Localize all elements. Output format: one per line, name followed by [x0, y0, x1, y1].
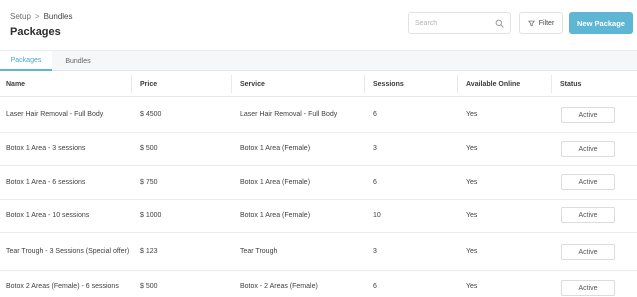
column-header-price[interactable]: Price	[140, 71, 157, 97]
table-row[interactable]: Botox 1 Area - 10 sessions $ 1000 Botox …	[0, 200, 637, 233]
column-divider	[131, 75, 132, 93]
column-header-available-online[interactable]: Available Online	[466, 71, 520, 97]
status-badge[interactable]: Active	[561, 141, 615, 157]
table-row[interactable]: Laser Hair Removal - Full Body $ 4500 La…	[0, 97, 637, 133]
column-divider	[457, 75, 458, 93]
cell-name: Botox 1 Area - 6 sessions	[6, 178, 86, 186]
table-row[interactable]: Botox 1 Area - 3 sessions $ 500 Botox 1 …	[0, 133, 637, 166]
cell-service: Botox 1 Area (Female)	[240, 212, 311, 219]
search-input[interactable]	[409, 13, 491, 33]
cell-available-online: Yes	[466, 212, 478, 219]
tab-packages[interactable]: Packages	[0, 51, 52, 71]
cell-service: Tear Trough	[240, 247, 278, 255]
cell-available-online: Yes	[466, 145, 478, 152]
cell-sessions: 6	[373, 282, 377, 290]
cell-price: $ 500	[140, 145, 158, 152]
filter-icon	[528, 20, 535, 26]
cell-name: Laser Hair Removal - Full Body	[6, 110, 104, 118]
cell-sessions: 6	[373, 110, 377, 118]
column-divider	[551, 75, 552, 93]
cell-price: $ 4500	[140, 110, 162, 118]
filter-button[interactable]: Filter	[519, 12, 563, 34]
table-row[interactable]: Tear Trough - 3 Sessions (Special offer)…	[0, 233, 637, 271]
status-badge[interactable]: Active	[561, 280, 615, 296]
cell-name: Botox 1 Area - 10 sessions	[6, 212, 90, 219]
table-row[interactable]: Botox 2 Areas (Female) - 6 sessions $ 50…	[0, 271, 637, 297]
new-package-button[interactable]: New Package	[569, 12, 633, 34]
cell-price: $ 123	[140, 247, 158, 255]
cell-price: $ 500	[140, 282, 158, 290]
breadcrumb: Setup > Bundles	[10, 12, 73, 21]
cell-available-online: Yes	[466, 247, 478, 255]
breadcrumb-current: Bundles	[43, 12, 73, 21]
search-icon[interactable]	[495, 19, 504, 28]
cell-service: Botox - 2 Areas (Female)	[240, 282, 318, 290]
cell-service: Botox 1 Area (Female)	[240, 145, 311, 152]
column-header-name[interactable]: Name	[6, 71, 25, 97]
tab-bar: Packages Bundles	[0, 50, 637, 71]
breadcrumb-separator: >	[34, 12, 40, 21]
cell-price: $ 1000	[140, 212, 162, 219]
cell-available-online: Yes	[466, 282, 478, 290]
cell-name: Botox 2 Areas (Female) - 6 sessions	[6, 282, 119, 290]
cell-sessions: 3	[373, 247, 377, 255]
column-divider	[231, 75, 232, 93]
cell-service: Botox 1 Area (Female)	[240, 178, 311, 186]
search-box[interactable]	[408, 12, 511, 34]
cell-sessions: 6	[373, 178, 377, 186]
cell-sessions: 3	[373, 145, 377, 152]
status-badge[interactable]: Active	[561, 244, 615, 260]
table-row[interactable]: Botox 1 Area - 6 sessions $ 750 Botox 1 …	[0, 166, 637, 200]
cell-price: $ 750	[140, 178, 158, 186]
page-title: Packages	[10, 26, 61, 38]
cell-sessions: 10	[373, 212, 381, 219]
cell-available-online: Yes	[466, 178, 478, 186]
cell-name: Botox 1 Area - 3 sessions	[6, 145, 86, 152]
column-header-sessions[interactable]: Sessions	[373, 71, 404, 97]
cell-available-online: Yes	[466, 110, 478, 118]
page-header: Setup > Bundles Packages Filter New Pack…	[0, 0, 637, 50]
status-badge[interactable]: Active	[561, 107, 615, 123]
table-header: Name Price Service Sessions Available On…	[0, 71, 637, 97]
cell-name: Tear Trough - 3 Sessions (Special offer)	[6, 247, 130, 255]
column-header-service[interactable]: Service	[240, 71, 265, 97]
column-header-status[interactable]: Status	[560, 71, 581, 97]
filter-label: Filter	[538, 19, 555, 27]
cell-service: Laser Hair Removal - Full Body	[240, 110, 338, 118]
breadcrumb-parent[interactable]: Setup	[10, 12, 31, 21]
status-badge[interactable]: Active	[561, 174, 615, 190]
tab-bundles[interactable]: Bundles	[52, 51, 104, 71]
column-divider	[364, 75, 365, 93]
status-badge[interactable]: Active	[561, 207, 615, 223]
